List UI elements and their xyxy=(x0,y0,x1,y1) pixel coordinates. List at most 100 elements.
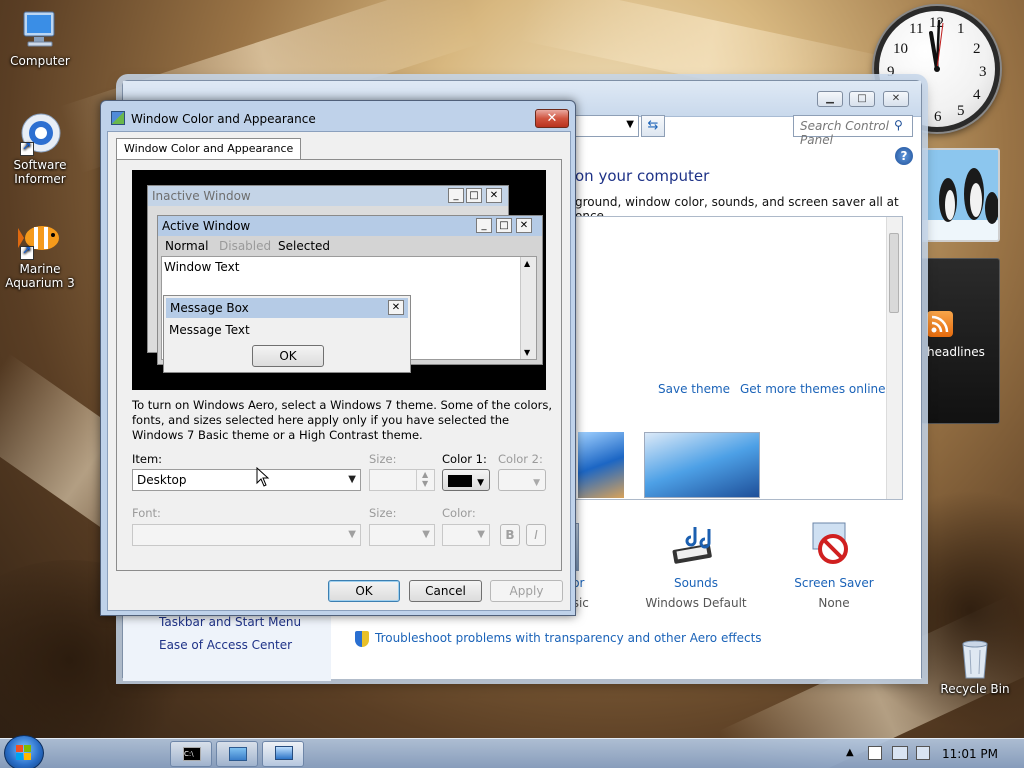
item-select[interactable]: Desktop ▼ xyxy=(132,469,361,491)
tray-clock[interactable]: 11:01 PM xyxy=(942,747,998,761)
close-icon: ✕ xyxy=(388,300,404,315)
chevron-down-icon: ▼ xyxy=(348,474,356,485)
penguins-photo xyxy=(922,150,998,240)
appearance-preview[interactable]: Inactive Window _ □ ✕ Active Window _ □ … xyxy=(132,170,546,390)
taskbar-app-button[interactable] xyxy=(216,741,258,767)
dialog-close-button[interactable]: ✕ xyxy=(535,109,569,128)
feed-label: headlines xyxy=(927,345,985,359)
apply-button[interactable]: Apply xyxy=(490,580,563,602)
desktop-icon-software-informer[interactable]: Software Informer xyxy=(0,112,80,186)
inactive-window-titlebar: Inactive Window _ □ ✕ xyxy=(148,186,508,206)
maximize-icon: □ xyxy=(496,218,512,233)
color1-label: Color 1: xyxy=(442,452,487,466)
italic-button[interactable]: I xyxy=(526,524,546,546)
active-window-title: Active Window xyxy=(162,219,251,233)
message-box-ok-button: OK xyxy=(252,345,324,367)
taskbar-cmd-button[interactable]: C:\ xyxy=(170,741,212,767)
action-center-icon[interactable] xyxy=(868,746,882,760)
desktop-icon-label: Marine Aquarium 3 xyxy=(5,262,75,290)
close-icon: ✕ xyxy=(486,188,502,203)
feed-headlines-gadget[interactable]: headlines xyxy=(920,258,1000,424)
screen-saver-icon[interactable] xyxy=(809,521,853,569)
theme-thumbnail[interactable] xyxy=(578,432,624,498)
save-theme-link[interactable]: Save theme xyxy=(658,382,730,396)
message-box-title: Message Box xyxy=(170,301,249,315)
desktop-icon-marine-aquarium[interactable]: Marine Aquarium 3 xyxy=(0,216,80,290)
minimize-button[interactable]: ▁ xyxy=(817,91,843,107)
color1-swatch xyxy=(448,475,472,487)
left-link-taskbar[interactable]: Taskbar and Start Menu xyxy=(159,615,301,629)
recycle-bin-icon xyxy=(953,636,997,680)
get-more-themes-link[interactable]: Get more themes online xyxy=(740,382,886,396)
computer-icon xyxy=(18,8,62,52)
color1-picker[interactable]: ▼ xyxy=(442,469,490,491)
chevron-down-icon: ▼ xyxy=(422,529,430,540)
preview-menu-bar: Normal Disabled Selected xyxy=(158,236,542,256)
network-icon[interactable] xyxy=(892,746,908,760)
window-color-dialog[interactable]: Window Color and Appearance ✕ Window Col… xyxy=(100,100,576,616)
cancel-button[interactable]: Cancel xyxy=(409,580,482,602)
desktop-icon-recycle-bin[interactable]: Recycle Bin xyxy=(935,636,1015,696)
ok-button[interactable]: OK xyxy=(328,580,400,602)
volume-icon[interactable] xyxy=(916,746,930,760)
minimize-icon: _ xyxy=(448,188,464,203)
troubleshoot-link[interactable]: Troubleshoot problems with transparency … xyxy=(375,631,762,645)
windows-logo-icon xyxy=(16,745,31,760)
item-select-value: Desktop xyxy=(137,473,187,487)
dialog-app-icon xyxy=(111,111,125,125)
item-label: Item: xyxy=(132,452,163,466)
mouse-pointer-icon xyxy=(256,466,270,490)
help-icon[interactable]: ? xyxy=(895,147,913,165)
chevron-down-icon: ▼ xyxy=(477,478,484,488)
desktop-icon-label: Software Informer xyxy=(13,158,67,186)
bold-button[interactable]: B xyxy=(500,524,520,546)
menu-normal: Normal xyxy=(165,239,209,253)
show-hidden-icons-icon[interactable]: ▲ xyxy=(846,747,854,758)
sounds-label[interactable]: Sounds xyxy=(641,576,751,590)
screen-saver-value: None xyxy=(818,596,850,610)
cp-left-pane: Taskbar and Start Menu Ease of Access Ce… xyxy=(123,611,331,681)
font-color-picker[interactable]: ▼ xyxy=(442,524,490,546)
refresh-button[interactable]: ⇆ xyxy=(641,115,665,137)
preview-scrollbar: ▲ ▼ xyxy=(520,257,536,359)
font-size-select[interactable]: ▼ xyxy=(369,524,435,546)
command-prompt-icon: C:\ xyxy=(183,747,201,761)
dialog-body: Window Color and Appearance Inactive Win… xyxy=(107,131,571,611)
left-link-ease-of-access[interactable]: Ease of Access Center xyxy=(159,638,292,652)
sounds-value: Windows Default xyxy=(645,596,747,610)
dialog-titlebar[interactable]: Window Color and Appearance xyxy=(111,109,567,129)
sounds-icon[interactable] xyxy=(671,523,719,571)
start-button[interactable] xyxy=(4,735,44,768)
spin-up-icon[interactable]: ▲ xyxy=(422,470,428,479)
close-icon: ✕ xyxy=(516,218,532,233)
theme-thumbnail[interactable] xyxy=(644,432,760,498)
search-icon[interactable]: ⚲ xyxy=(894,118,903,132)
dialog-title: Window Color and Appearance xyxy=(131,112,316,126)
desktop-icon-computer[interactable]: Computer xyxy=(0,8,80,68)
aero-description: To turn on Windows Aero, select a Window… xyxy=(132,398,553,442)
screen-saver-label[interactable]: Screen Saver xyxy=(779,576,889,590)
size-spinner[interactable]: ▲ ▼ xyxy=(369,469,435,491)
chevron-down-icon[interactable]: ▼ xyxy=(626,119,634,130)
desktop-icon-label: Computer xyxy=(10,54,70,68)
font-select[interactable]: ▼ xyxy=(132,524,361,546)
tab-window-color[interactable]: Window Color and Appearance xyxy=(116,138,302,160)
slideshow-gadget[interactable] xyxy=(920,148,1000,242)
maximize-button[interactable]: □ xyxy=(849,91,875,107)
spin-down-icon[interactable]: ▼ xyxy=(422,479,428,488)
themes-list[interactable]: Save theme Get more themes online xyxy=(573,216,903,500)
app-window-icon xyxy=(229,747,247,761)
color2-picker[interactable]: ▼ xyxy=(498,469,546,491)
close-button[interactable]: ✕ xyxy=(883,91,909,107)
minimize-icon: _ xyxy=(476,218,492,233)
color2-label: Color 2: xyxy=(498,452,543,466)
window-text: Window Text xyxy=(164,260,240,274)
message-box-titlebar: Message Box ✕ xyxy=(166,298,408,318)
message-box-preview: Message Box ✕ Message Text OK xyxy=(163,295,411,373)
themes-scrollbar[interactable] xyxy=(886,217,902,499)
message-text: Message Text xyxy=(169,323,250,337)
taskbar-personalize-button[interactable] xyxy=(262,741,304,767)
chevron-down-icon: ▼ xyxy=(533,478,540,488)
software-informer-icon xyxy=(18,112,62,156)
size-label: Size: xyxy=(369,452,397,466)
